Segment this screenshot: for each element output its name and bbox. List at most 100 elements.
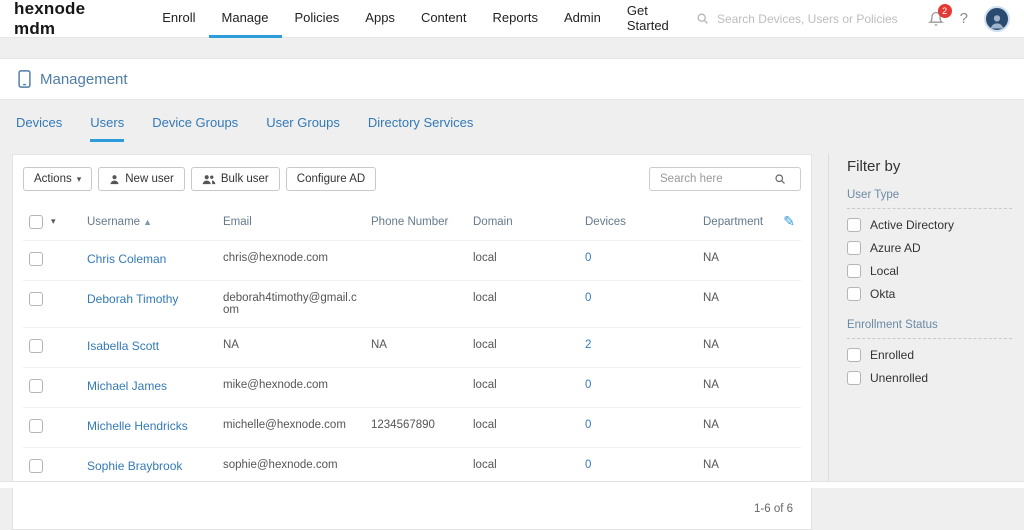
cell-department: NA — [697, 328, 771, 368]
filter-group-label: User Type — [847, 189, 1012, 209]
cell-devices: 0 — [579, 368, 697, 408]
nav-item-apps[interactable]: Apps — [352, 0, 408, 38]
filter-option-active-directory[interactable]: Active Directory — [847, 218, 1012, 232]
table-search-input[interactable] — [658, 172, 768, 186]
bulk-user-button[interactable]: Bulk user — [191, 167, 280, 191]
cell-domain: local — [467, 408, 579, 448]
user-icon — [109, 174, 120, 185]
username-link[interactable]: Deborah Timothy — [87, 292, 178, 306]
filter-option-label: Unenrolled — [870, 371, 928, 385]
table-row: Isabella Scott NA NA local 2 NA — [23, 328, 801, 368]
cell-department: NA — [697, 241, 771, 281]
filter-option-enrolled[interactable]: Enrolled — [847, 348, 1012, 362]
filter-checkbox[interactable] — [847, 287, 861, 301]
row-checkbox[interactable] — [29, 292, 43, 306]
new-user-button[interactable]: New user — [98, 167, 185, 191]
column-email[interactable]: Email — [217, 203, 365, 241]
footer-strip — [0, 481, 1024, 488]
tab-devices[interactable]: Devices — [16, 115, 62, 142]
filter-checkbox[interactable] — [847, 264, 861, 278]
row-checkbox[interactable] — [29, 339, 43, 353]
column-department[interactable]: Department — [697, 203, 771, 241]
column-username-label: Username — [87, 216, 140, 228]
column-domain[interactable]: Domain — [467, 203, 579, 241]
cell-devices: 0 — [579, 408, 697, 448]
pagination-status: 1-6 of 6 — [23, 487, 801, 523]
cell-phone: 1234567890 — [365, 408, 467, 448]
filter-option-local[interactable]: Local — [847, 264, 1012, 278]
tab-users[interactable]: Users — [90, 115, 124, 142]
notifications-button[interactable]: 2 — [928, 10, 944, 27]
caret-down-icon[interactable]: ▾ — [51, 216, 56, 227]
nav-item-content[interactable]: Content — [408, 0, 480, 38]
new-user-button-label: New user — [125, 173, 174, 185]
filter-checkbox[interactable] — [847, 241, 861, 255]
filter-option-label: Okta — [870, 287, 895, 301]
filter-checkbox[interactable] — [847, 218, 861, 232]
tab-device-groups[interactable]: Device Groups — [152, 115, 238, 142]
tab-user-groups[interactable]: User Groups — [266, 115, 340, 142]
column-devices[interactable]: Devices — [579, 203, 697, 241]
filter-group-label: Enrollment Status — [847, 319, 1012, 339]
page-title: Management — [40, 71, 128, 88]
search-icon[interactable] — [774, 173, 786, 185]
nav-item-get-started[interactable]: Get Started — [614, 0, 696, 38]
global-search — [696, 0, 922, 37]
filter-title: Filter by — [847, 158, 1012, 175]
filter-option-unenrolled[interactable]: Unenrolled — [847, 371, 1012, 385]
navbar-right: 2 ? — [928, 0, 1010, 37]
nav-item-admin[interactable]: Admin — [551, 0, 614, 38]
row-checkbox[interactable] — [29, 459, 43, 473]
username-link[interactable]: Sophie Braybrook — [87, 459, 182, 473]
users-toolbar: Actions ▾ New user Bulk user Configure A… — [23, 167, 801, 191]
cell-domain: local — [467, 368, 579, 408]
row-checkbox[interactable] — [29, 419, 43, 433]
top-navbar: hexnode mdm Enroll Manage Policies Apps … — [0, 0, 1024, 38]
content-area: Actions ▾ New user Bulk user Configure A… — [0, 142, 1024, 530]
nav-item-reports[interactable]: Reports — [479, 0, 551, 38]
hexnode-logo[interactable]: hexnode mdm — [14, 0, 129, 37]
filter-option-azure-ad[interactable]: Azure AD — [847, 241, 1012, 255]
cell-email: michelle@hexnode.com — [217, 408, 365, 448]
cell-email: mike@hexnode.com — [217, 368, 365, 408]
table-row: Michael James mike@hexnode.com local 0 N… — [23, 368, 801, 408]
column-phone[interactable]: Phone Number — [365, 203, 467, 241]
users-card: Actions ▾ New user Bulk user Configure A… — [12, 154, 812, 530]
configure-ad-button[interactable]: Configure AD — [286, 167, 376, 191]
bulk-user-button-label: Bulk user — [221, 173, 269, 185]
user-avatar[interactable] — [984, 6, 1010, 32]
username-link[interactable]: Isabella Scott — [87, 339, 159, 353]
filter-sidebar: Filter by User Type Active Directory Azu… — [828, 154, 1012, 488]
username-link[interactable]: Michael James — [87, 379, 167, 393]
nav-item-policies[interactable]: Policies — [282, 0, 353, 38]
filter-checkbox[interactable] — [847, 348, 861, 362]
row-checkbox[interactable] — [29, 252, 43, 266]
filter-option-label: Active Directory — [870, 218, 954, 232]
table-row: Deborah Timothy deborah4timothy@gmail.co… — [23, 281, 801, 328]
global-search-input[interactable] — [715, 11, 910, 27]
edit-columns-icon[interactable]: ✎ — [783, 213, 795, 229]
filter-option-okta[interactable]: Okta — [847, 287, 1012, 301]
row-checkbox[interactable] — [29, 379, 43, 393]
column-username[interactable]: Username▲ — [81, 203, 217, 241]
nav-item-enroll[interactable]: Enroll — [149, 0, 208, 38]
filter-option-label: Azure AD — [870, 241, 921, 255]
cell-domain: local — [467, 328, 579, 368]
tab-directory-services[interactable]: Directory Services — [368, 115, 473, 142]
username-link[interactable]: Michelle Hendricks — [87, 419, 188, 433]
cell-email: NA — [217, 328, 365, 368]
configure-ad-button-label: Configure AD — [297, 173, 365, 185]
table-row: Michelle Hendricks michelle@hexnode.com … — [23, 408, 801, 448]
cell-department: NA — [697, 408, 771, 448]
device-icon — [18, 70, 31, 88]
caret-down-icon: ▾ — [77, 174, 82, 185]
nav-item-manage[interactable]: Manage — [209, 0, 282, 38]
filter-checkbox[interactable] — [847, 371, 861, 385]
actions-button[interactable]: Actions ▾ — [23, 167, 92, 191]
username-link[interactable]: Chris Coleman — [87, 252, 166, 266]
help-button[interactable]: ? — [960, 10, 968, 27]
select-all-checkbox[interactable] — [29, 215, 43, 229]
cell-domain: local — [467, 241, 579, 281]
filter-group-enrollment-status: Enrollment Status Enrolled Unenrolled — [847, 319, 1012, 385]
cell-phone — [365, 368, 467, 408]
